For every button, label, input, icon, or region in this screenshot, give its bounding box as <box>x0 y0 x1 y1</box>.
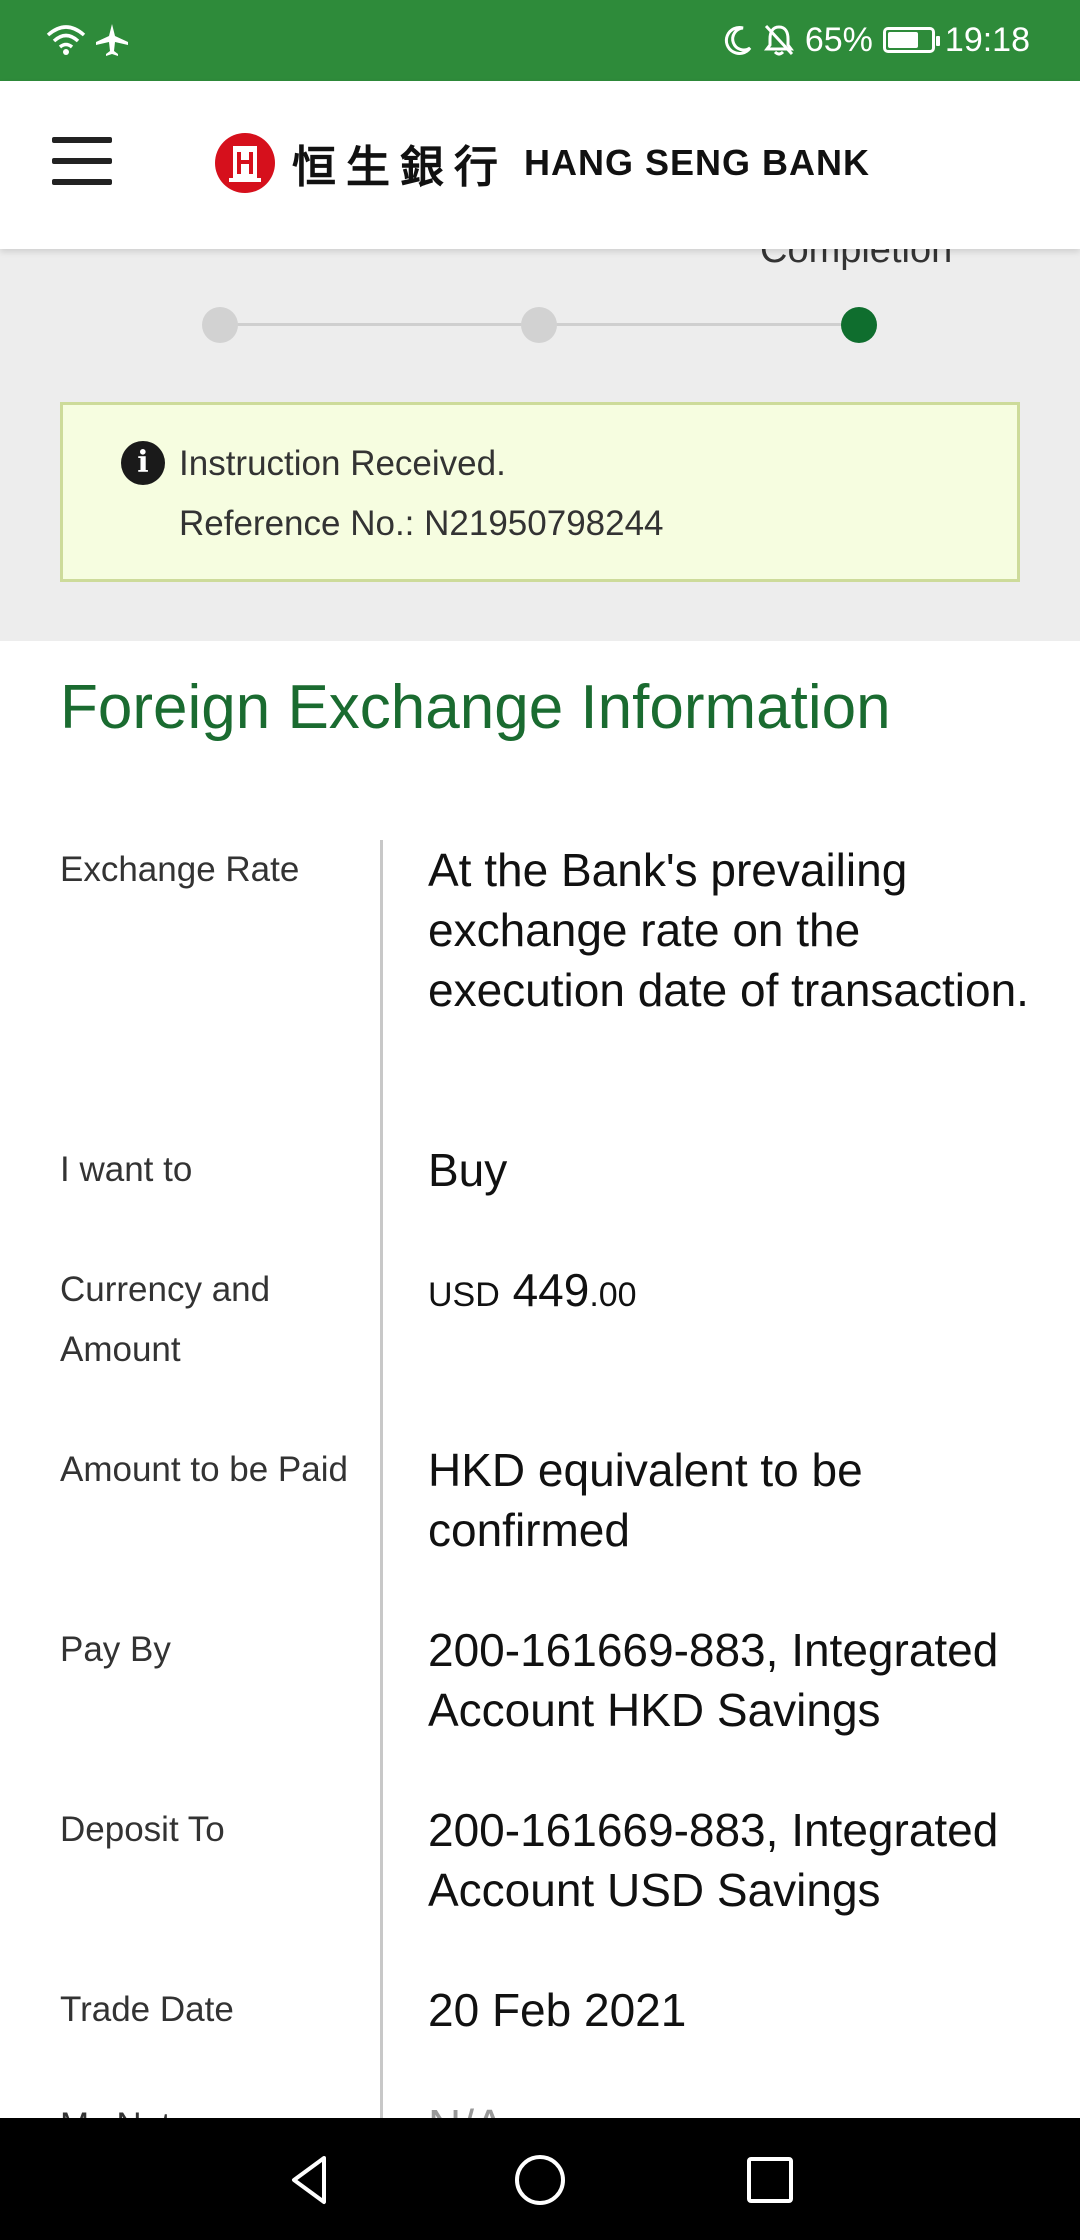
label-pay-by: Pay By <box>60 1630 171 1669</box>
currency-code: USD <box>428 1276 500 1314</box>
label-amount-paid: Amount to be Paid <box>60 1450 348 1489</box>
label-trade-date: Trade Date <box>60 1990 234 2029</box>
wifi-icon <box>46 25 86 55</box>
reference-number: Reference No.: N21950798244 <box>179 504 664 543</box>
step-dot-2 <box>521 307 557 343</box>
value-exchange-rate: At the Bank's prevailing exchange rate o… <box>428 844 1029 1016</box>
status-left-icons <box>46 18 130 62</box>
column-divider <box>380 840 383 2120</box>
value-amount-paid: HKD equivalent to be confirmed <box>428 1444 863 1556</box>
battery-percent: 65% <box>804 21 873 59</box>
label-deposit-to: Deposit To <box>60 1810 225 1849</box>
info-icon: i <box>121 441 165 485</box>
home-icon[interactable] <box>510 2150 570 2210</box>
step-dot-1 <box>202 307 238 343</box>
mute-icon <box>763 24 794 56</box>
app-header: 恒生銀行 HANG SENG BANK <box>0 81 1080 249</box>
fx-info-table: Exchange Rate At the Bank's prevailing e… <box>0 840 1080 2120</box>
value-partial-next: N/A <box>428 2096 1038 2120</box>
status-bar: 65% 19:18 <box>0 0 1080 81</box>
back-icon[interactable] <box>280 2150 340 2210</box>
system-nav-bar <box>0 2118 1080 2240</box>
label-want-to: I want to <box>60 1150 193 1189</box>
value-want-to: Buy <box>428 1144 508 1196</box>
instruction-received-notice: i Instruction Received. Reference No.: N… <box>60 402 1020 582</box>
section-title: Foreign Exchange Information <box>60 673 891 742</box>
bank-logo[interactable]: 恒生銀行 HANG SENG BANK <box>214 131 870 195</box>
amount-integer: 449 <box>512 1264 590 1316</box>
notice-message: Instruction Received. <box>179 444 506 483</box>
label-exchange-rate: Exchange Rate <box>60 850 300 889</box>
progress-area: Completion i Instruction Received. Refer… <box>0 249 1080 641</box>
battery-level-fill <box>887 32 918 48</box>
logo-chinese-text: 恒生銀行 <box>292 142 508 193</box>
battery-icon <box>882 27 940 53</box>
label-partial-next: My Note <box>60 2096 360 2120</box>
hamburger-menu-icon[interactable] <box>52 137 112 185</box>
logo-english-text: HANG SENG BANK <box>524 142 871 183</box>
value-currency-amount: USD 449.00 <box>428 1260 1038 1325</box>
value-trade-date: 20 Feb 2021 <box>428 1984 687 2036</box>
amount-decimal: .00 <box>589 1276 637 1314</box>
airplane-icon <box>96 24 128 56</box>
step-label-completion: Completion <box>760 249 953 271</box>
hang-seng-logo-icon <box>215 133 275 193</box>
recents-icon[interactable] <box>740 2150 800 2210</box>
value-pay-by: 200-161669-883, Integrated Account HKD S… <box>428 1624 999 1736</box>
clock: 19:18 <box>944 21 1030 59</box>
label-currency-amount: Currency and Amount <box>60 1270 271 1369</box>
moon-icon <box>724 26 752 55</box>
status-right-icons: 65% 19:18 <box>723 18 1030 62</box>
step-dot-3-active <box>841 307 877 343</box>
value-deposit-to: 200-161669-883, Integrated Account USD S… <box>428 1804 999 1916</box>
